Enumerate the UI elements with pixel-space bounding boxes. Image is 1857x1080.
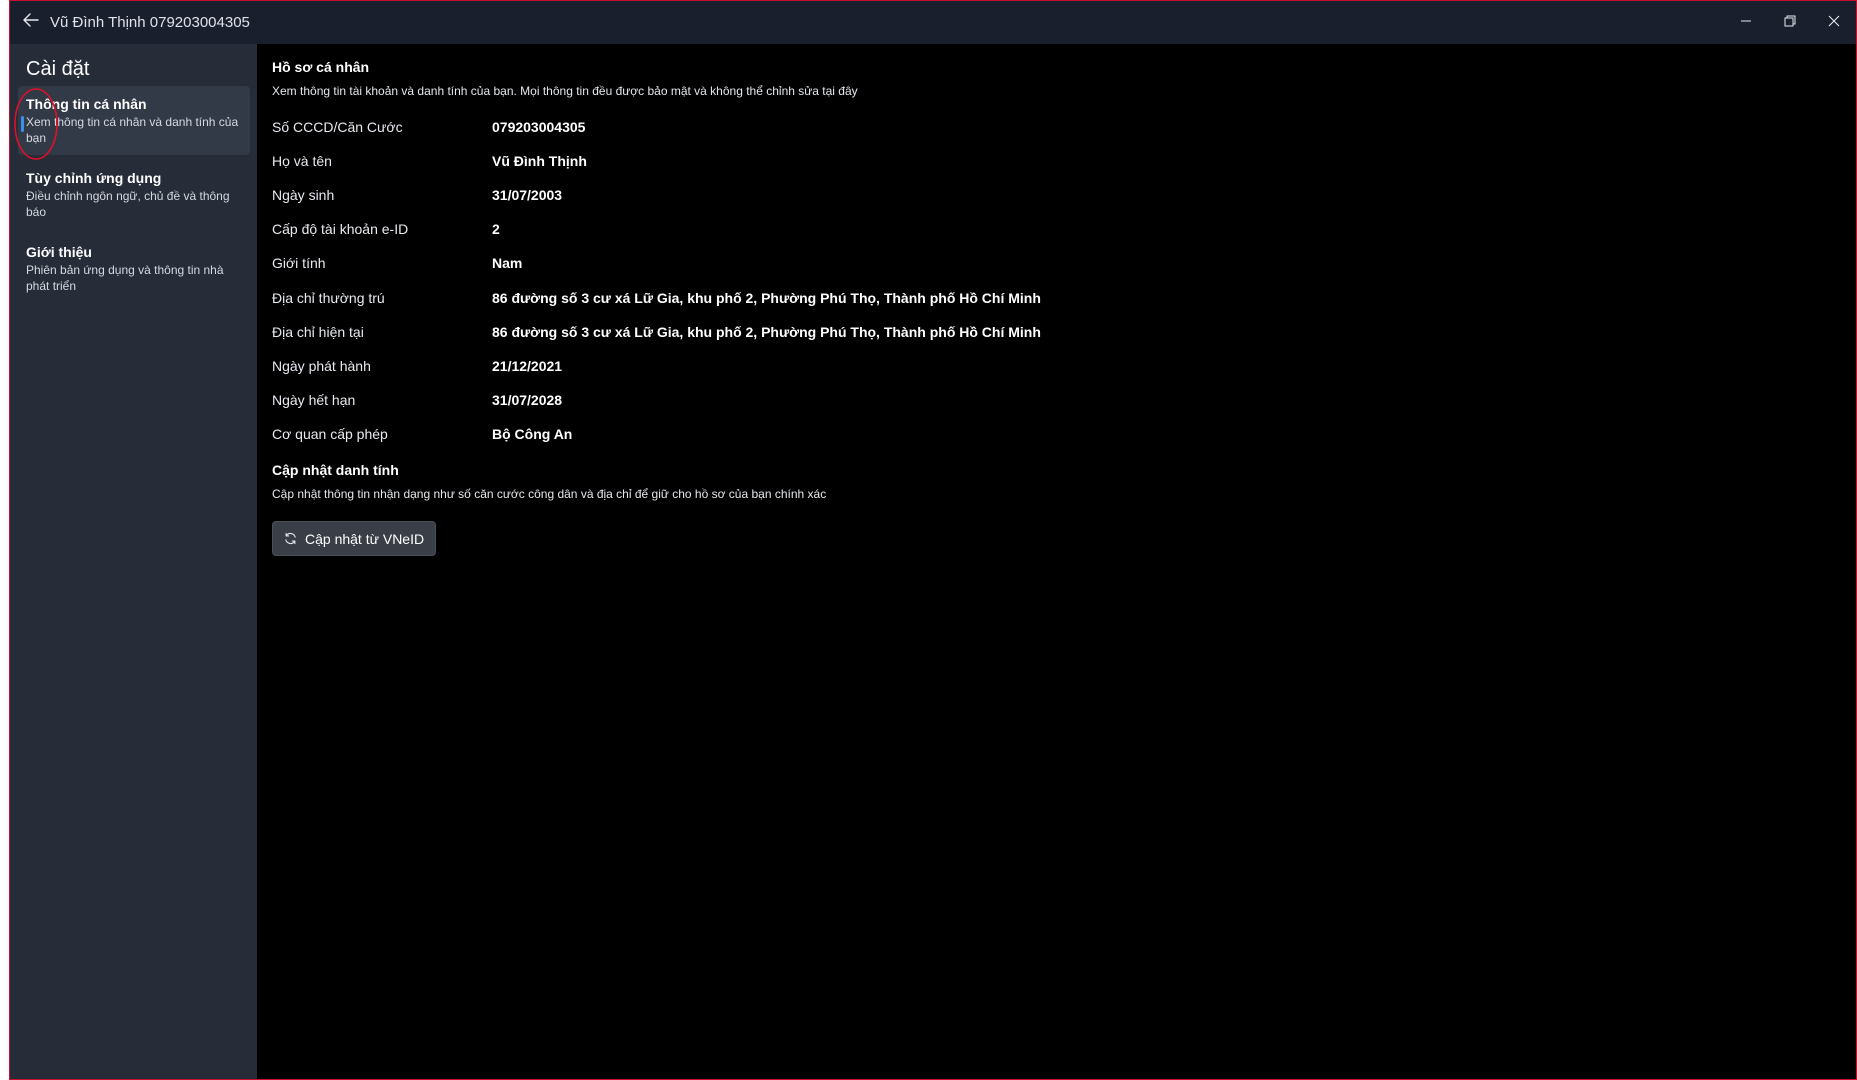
main-content: Hồ sơ cá nhân Xem thông tin tài khoản và…: [257, 44, 1856, 1079]
field-row-eid-level: Cấp độ tài khoản e-ID 2: [272, 219, 500, 239]
sidebar-item-about[interactable]: Giới thiệu Phiên bản ứng dụng và thông t…: [18, 234, 250, 303]
sidebar-item-label: Tùy chỉnh ứng dụng: [26, 170, 162, 186]
sidebar-title: Cài đặt: [26, 58, 90, 80]
field-value: 31/07/2003: [492, 187, 563, 203]
update-from-vneid-button[interactable]: Cập nhật từ VNeID: [272, 521, 437, 556]
field-label: Cơ quan cấp phép: [272, 426, 388, 442]
arrow-left-icon: [23, 13, 39, 32]
close-icon: [1828, 14, 1840, 32]
field-row-birth-date: Ngày sinh 31/07/2003: [272, 185, 562, 205]
active-indicator: [21, 116, 24, 132]
sidebar-item-desc: Xem thông tin cá nhân và danh tính của b…: [26, 115, 239, 145]
back-button[interactable]: [16, 1, 46, 44]
field-value: 2: [492, 221, 500, 237]
sidebar-item-app-customization[interactable]: Tùy chỉnh ứng dụng Điều chỉnh ngôn ngữ, …: [18, 160, 250, 229]
restore-icon: [1784, 14, 1796, 32]
sidebar-item-label: Thông tin cá nhân: [26, 96, 147, 112]
field-row-full-name: Họ và tên Vũ Đình Thịnh: [272, 151, 587, 171]
field-row-permanent-address: Địa chỉ thường trú 86 đường số 3 cư xá L…: [272, 288, 1041, 308]
field-label: Địa chỉ hiện tại: [272, 324, 364, 340]
field-row-current-address: Địa chỉ hiện tại 86 đường số 3 cư xá Lữ …: [272, 322, 1041, 342]
field-label: Ngày hết hạn: [272, 392, 356, 408]
field-row-id-number: Số CCCD/Căn Cước 079203004305: [272, 117, 585, 137]
field-label: Số CCCD/Căn Cước: [272, 119, 403, 135]
field-value: 86 đường số 3 cư xá Lữ Gia, khu phố 2, P…: [492, 324, 1041, 340]
app-window: Vũ Đình Thịnh 079203004305 Cài đặt Thông…: [9, 0, 1857, 1080]
sidebar-item-personal-info[interactable]: Thông tin cá nhân Xem thông tin cá nhân …: [18, 86, 250, 155]
sidebar-item-desc: Phiên bản ứng dụng và thông tin nhà phát…: [26, 263, 224, 293]
field-label: Cấp độ tài khoản e-ID: [272, 221, 409, 237]
identity-update-title: Cập nhật danh tính: [272, 462, 399, 478]
field-value: Nam: [492, 255, 523, 271]
profile-section-desc: Xem thông tin tài khoản và danh tính của…: [272, 84, 858, 98]
field-label: Họ và tên: [272, 153, 332, 169]
field-label: Giới tính: [272, 255, 326, 271]
field-row-issue-date: Ngày phát hành 21/12/2021: [272, 356, 562, 376]
field-row-issuing-authority: Cơ quan cấp phép Bộ Công An: [272, 424, 572, 444]
minimize-icon: [1740, 14, 1752, 32]
field-label: Ngày sinh: [272, 187, 335, 203]
restore-button[interactable]: [1768, 1, 1812, 44]
minimize-button[interactable]: [1724, 1, 1768, 44]
window-controls: [1724, 1, 1856, 44]
field-value: Vũ Đình Thịnh: [492, 153, 587, 169]
close-button[interactable]: [1812, 1, 1856, 44]
field-row-expiry-date: Ngày hết hạn 31/07/2028: [272, 390, 562, 410]
sidebar-item-label: Giới thiệu: [26, 244, 92, 260]
sidebar-item-desc: Điều chỉnh ngôn ngữ, chủ đề và thông báo: [26, 189, 230, 219]
refresh-icon: [284, 532, 297, 545]
field-label: Địa chỉ thường trú: [272, 290, 385, 306]
field-value: 079203004305: [492, 119, 586, 135]
field-row-gender: Giới tính Nam: [272, 253, 522, 273]
profile-section-title: Hồ sơ cá nhân: [272, 59, 370, 75]
settings-sidebar: Cài đặt Thông tin cá nhân Xem thông tin …: [10, 44, 257, 1079]
field-value: 86 đường số 3 cư xá Lữ Gia, khu phố 2, P…: [492, 290, 1041, 306]
field-label: Ngày phát hành: [272, 358, 371, 374]
field-value: 21/12/2021: [492, 358, 563, 374]
title-bar: Vũ Đình Thịnh 079203004305: [10, 1, 1856, 44]
update-button-label: Cập nhật từ VNeID: [305, 530, 425, 547]
window-title: Vũ Đình Thịnh 079203004305: [50, 14, 250, 31]
identity-update-desc: Cập nhật thông tin nhận dạng như số căn …: [272, 487, 827, 501]
field-value: Bộ Công An: [492, 426, 573, 442]
field-value: 31/07/2028: [492, 392, 563, 408]
